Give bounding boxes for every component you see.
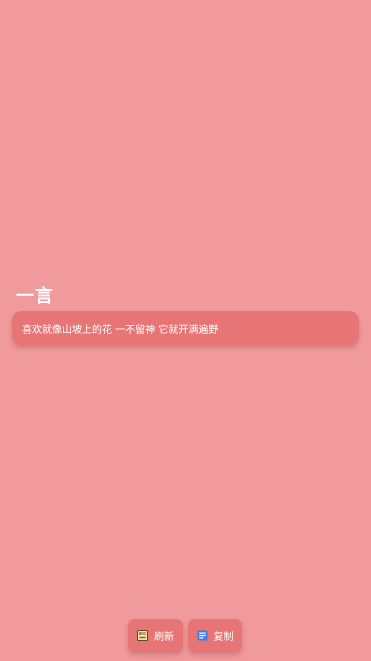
copy-button[interactable]: 复制 [188, 619, 242, 652]
refresh-icon [137, 630, 148, 641]
copy-label: 复制 [213, 632, 234, 643]
quote-text: 喜欢就像山坡上的花 一不留神 它就开满遍野 [22, 324, 219, 336]
copy-icon [197, 630, 208, 641]
page-title: 一言 [16, 286, 54, 307]
refresh-label: 刷新 [154, 632, 174, 643]
refresh-button[interactable]: 刷新 [128, 619, 183, 652]
app-screen: 一言 喜欢就像山坡上的花 一不留神 它就开满遍野 刷新 复制 [0, 0, 371, 661]
quote-card[interactable]: 喜欢就像山坡上的花 一不留神 它就开满遍野 [12, 311, 359, 345]
